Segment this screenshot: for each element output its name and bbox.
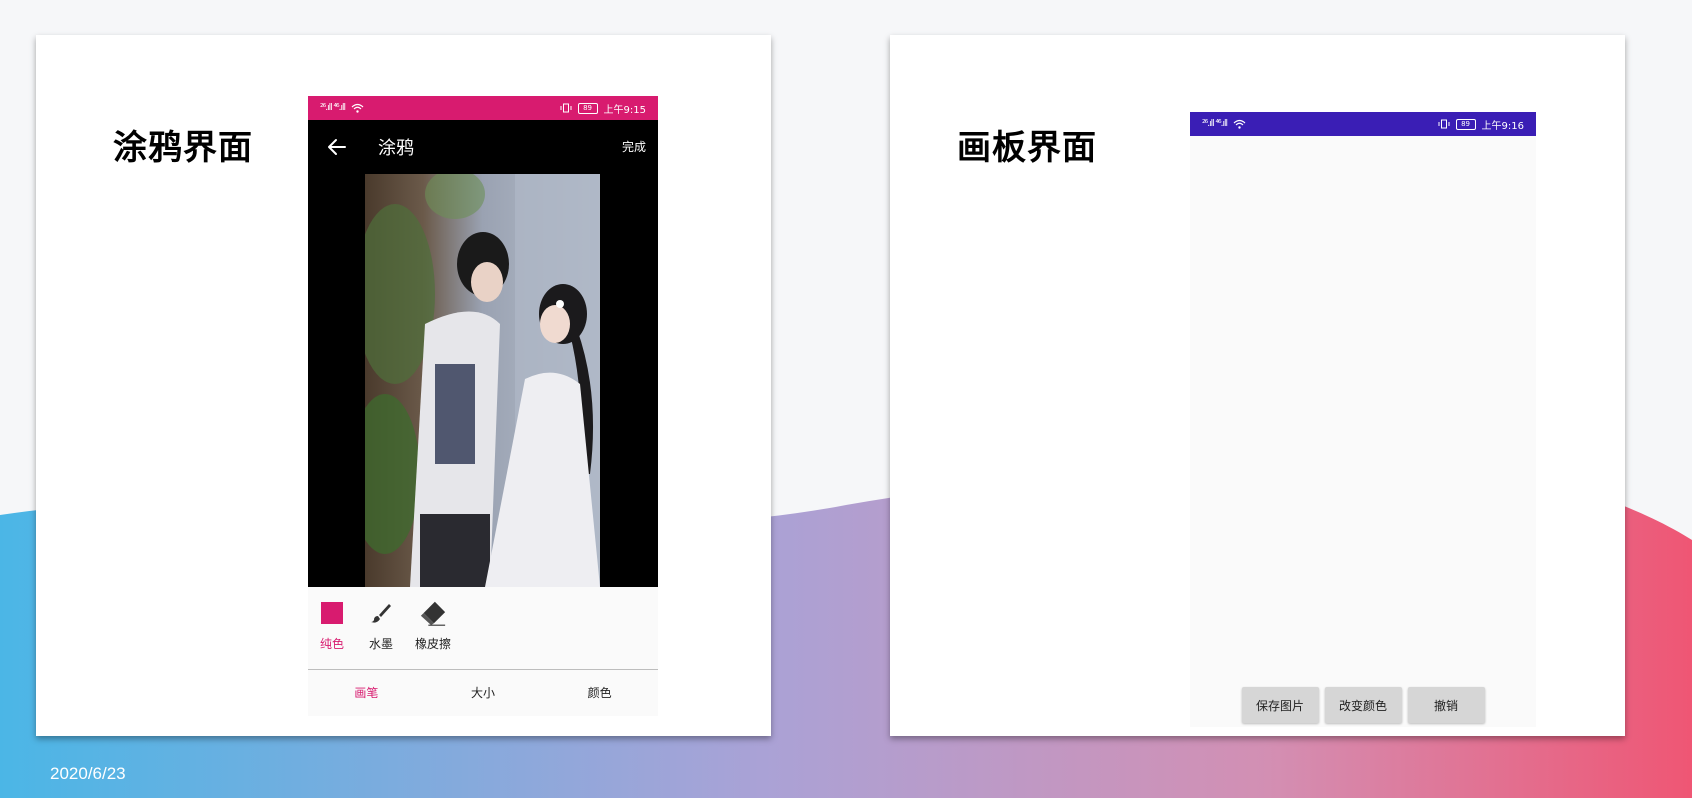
tab-brush[interactable]: 画笔 [308,670,425,716]
status-bar: ²⁶.ıll ⁴⁶.ıll 89 上午9:16 [1190,112,1536,136]
tool-ink-wash[interactable]: 水墨 [367,599,395,652]
status-bar: ²⁶.ıll ⁴⁶.ıll 89 上午9:15 [308,96,658,120]
eraser-icon [420,601,446,626]
solid-color-swatch-icon [321,602,343,624]
tool-eraser[interactable]: 橡皮擦 [415,599,451,652]
vibrate-icon [1438,119,1450,129]
right-slide-card: 画板界面 ²⁶.ıll ⁴⁶.ıll 89 上午9:16 保存图片 改变颜色 撤… [890,35,1625,736]
toolbar: 涂鸦 完成 [308,120,658,174]
brush-icon [371,604,391,623]
vibrate-icon [560,103,572,113]
left-card-title: 涂鸦界面 [113,128,253,168]
wifi-icon [351,103,364,113]
slide-date: 2020/6/23 [50,764,126,783]
graffiti-phone-screen: ²⁶.ıll ⁴⁶.ıll 89 上午9:15 涂鸦 完成 纯色 水墨 橡皮擦 … [308,96,658,716]
tool-label: 纯色 [319,637,344,651]
signal-icon: ²⁶.ıll ⁴⁶.ıll [320,103,346,113]
brush-type-selector: 纯色 水墨 橡皮擦 [308,587,658,669]
drawing-board-phone-screen: ²⁶.ıll ⁴⁶.ıll 89 上午9:16 保存图片 改变颜色 撤销 [1190,112,1536,727]
left-slide-card: 涂鸦界面 ²⁶.ıll ⁴⁶.ıll 89 上午9:15 涂鸦 完成 纯色 水墨… [36,35,771,736]
save-image-button[interactable]: 保存图片 [1241,687,1319,723]
tool-label: 橡皮擦 [415,637,452,651]
signal-icon: ²⁶.ıll ⁴⁶.ıll [1202,119,1228,129]
drawing-actions: 保存图片 改变颜色 撤销 [1190,687,1536,723]
tool-label: 水墨 [368,637,393,651]
arrow-left-icon[interactable] [325,135,349,159]
done-button[interactable]: 完成 [622,138,646,155]
undo-button[interactable]: 撤销 [1407,687,1485,723]
toolbar-title: 涂鸦 [378,138,414,159]
tab-color[interactable]: 颜色 [541,670,658,716]
tool-solid-color[interactable]: 纯色 [318,599,346,652]
tab-size[interactable]: 大小 [425,670,542,716]
drawing-canvas[interactable] [1190,136,1536,681]
couple-photo [365,174,600,587]
battery-icon: 89 [577,102,598,114]
status-time: 上午9:16 [1481,120,1524,132]
doodle-canvas[interactable] [308,174,658,587]
battery-icon: 89 [1455,118,1476,130]
change-color-button[interactable]: 改变颜色 [1324,687,1402,723]
wifi-icon [1233,119,1246,129]
status-time: 上午9:15 [603,104,646,116]
bottom-tab-bar: 画笔 大小 颜色 [308,670,658,716]
right-card-title: 画板界面 [957,128,1097,168]
